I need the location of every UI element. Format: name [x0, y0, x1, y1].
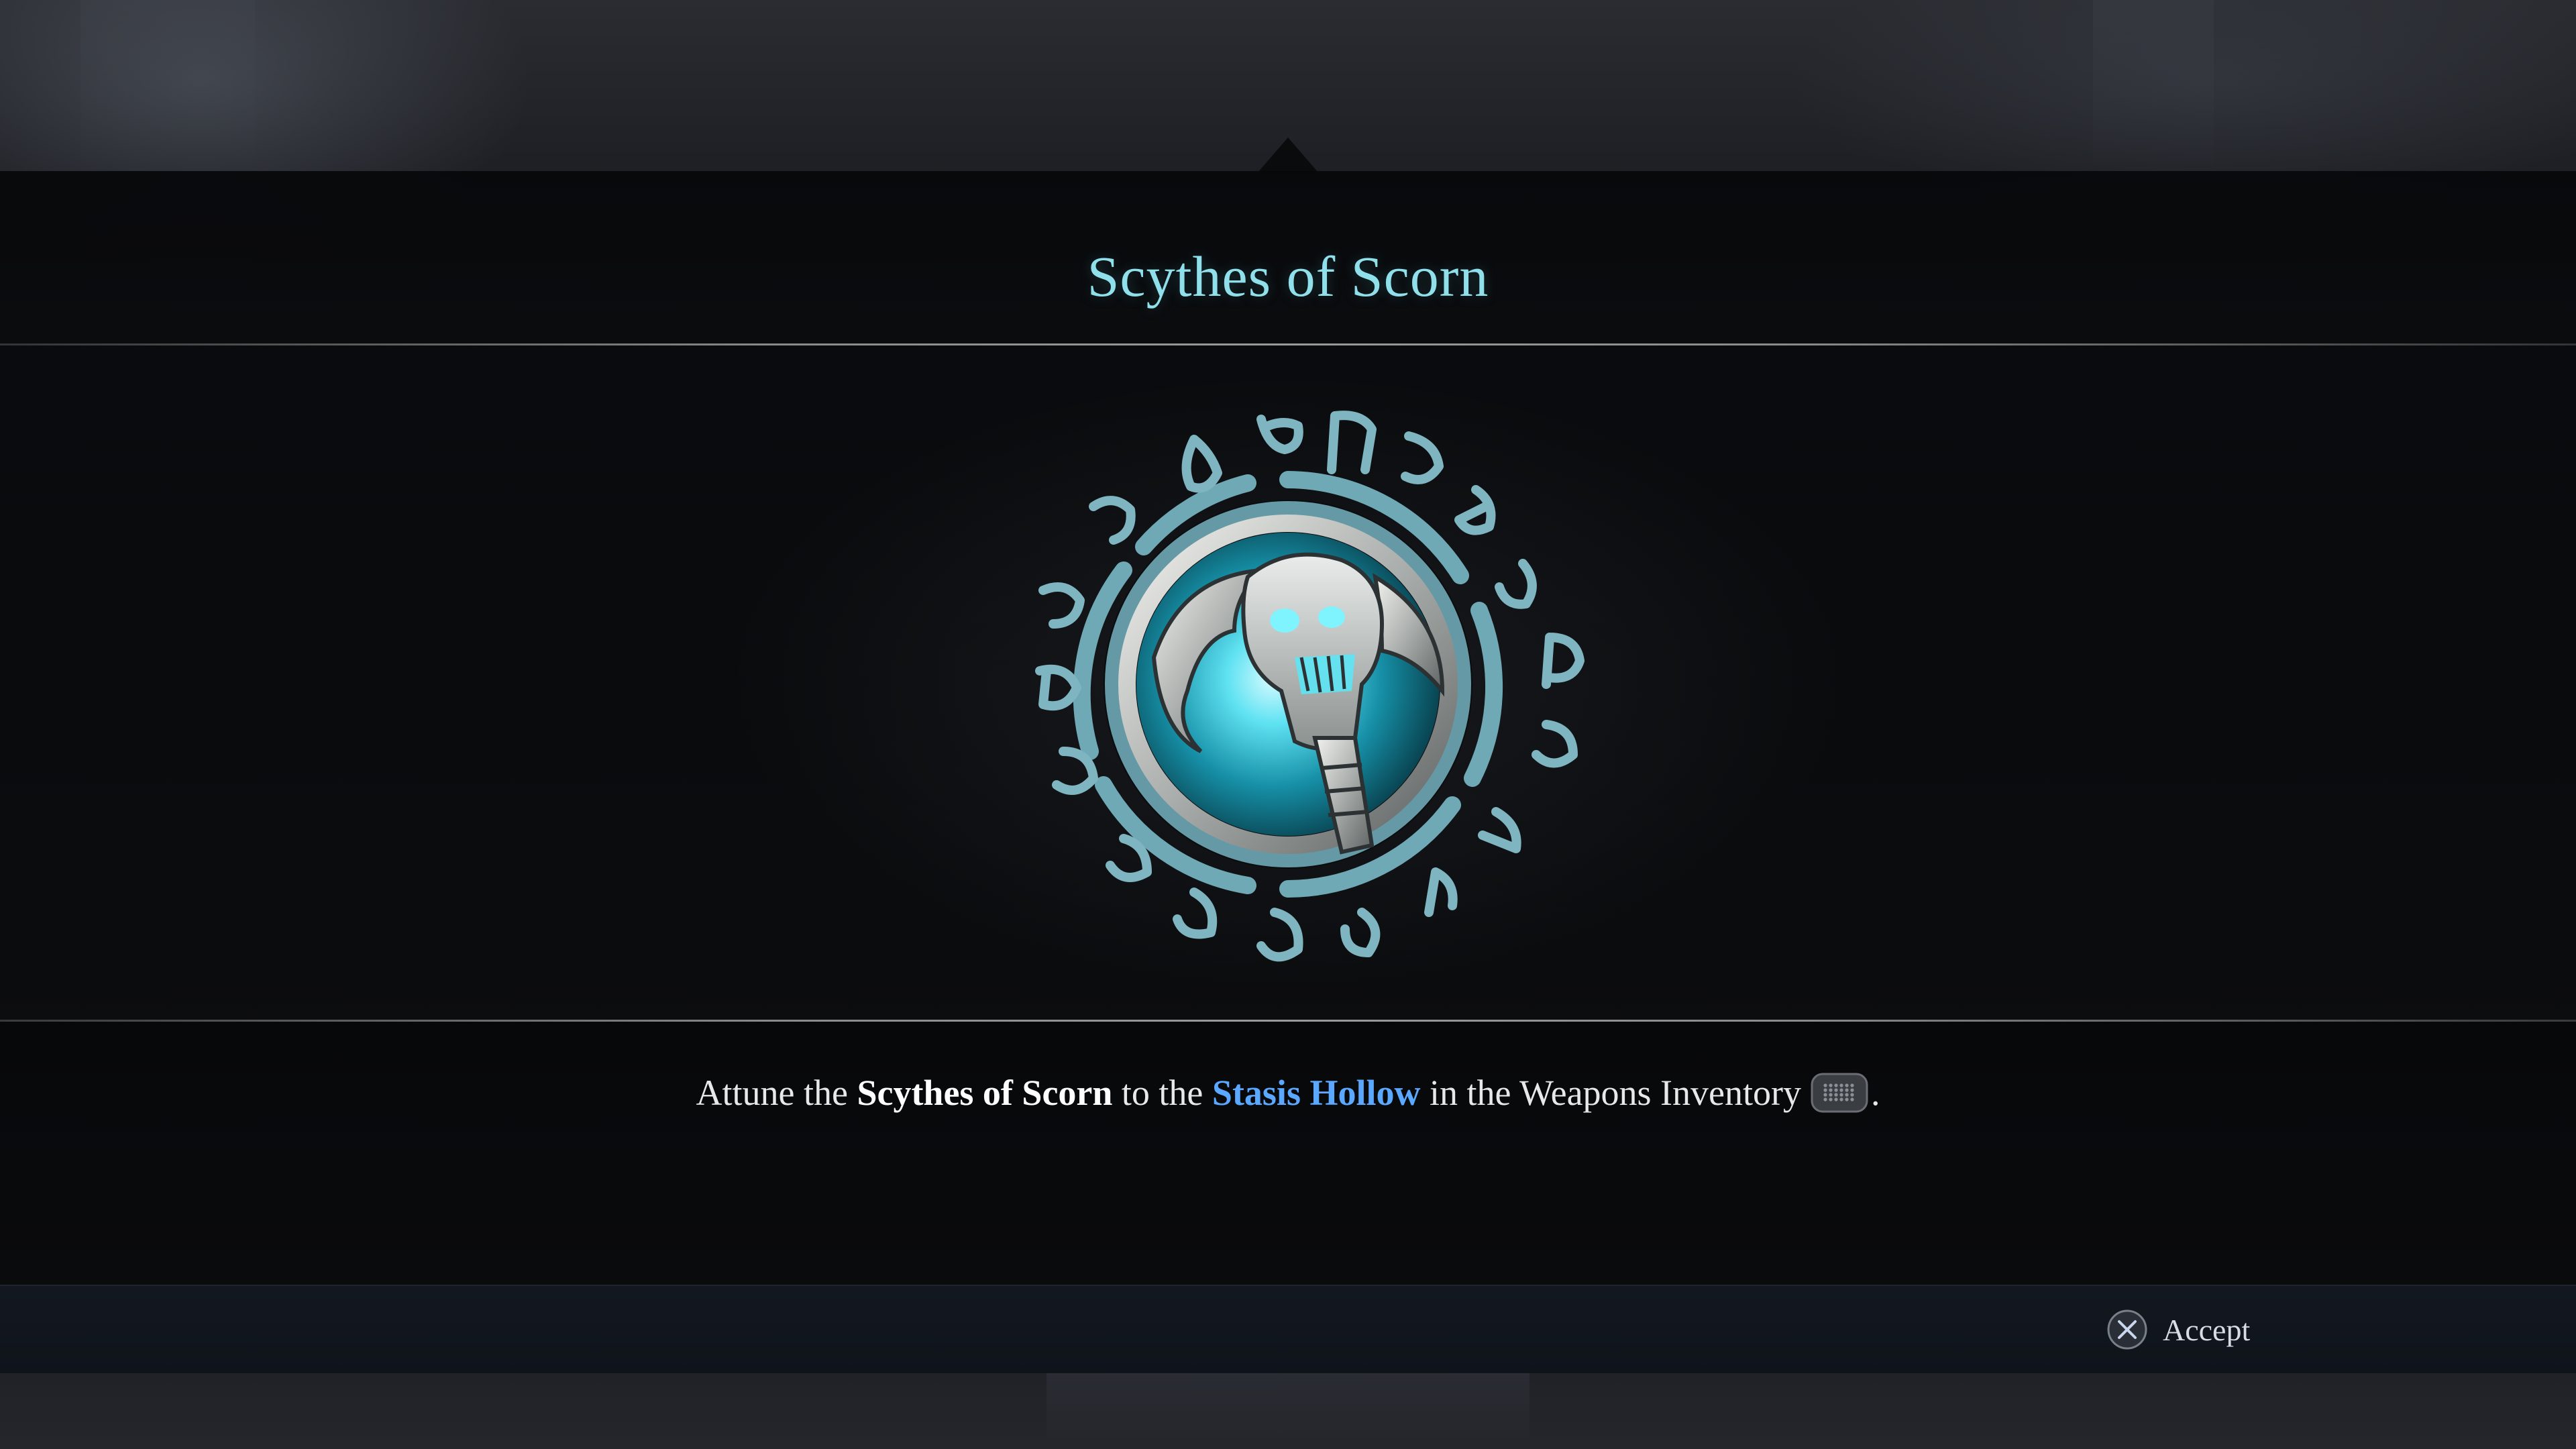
weapon-name: Scythes of Scorn: [857, 1073, 1113, 1113]
panel-top-notch: [1258, 138, 1318, 172]
instruction-text: Attune the Scythes of Scorn to the Stasi…: [0, 1072, 2576, 1117]
instruction-part: Attune the: [696, 1073, 857, 1113]
instruction-part: in the Weapons Inventory: [1420, 1073, 1801, 1113]
item-title: Scythes of Scorn: [1087, 244, 1489, 309]
touchpad-icon: [1811, 1073, 1868, 1113]
background-ruin: [80, 0, 255, 174]
location-name: Stasis Hollow: [1212, 1073, 1421, 1113]
instruction-part: to the: [1112, 1073, 1212, 1113]
background-ruin: [1046, 1372, 1529, 1449]
background-ruin: [2093, 0, 2214, 174]
description-panel: [0, 1022, 2576, 1285]
game-screen: Scythes of Scorn Attune the Scythes of S…: [0, 0, 2576, 1449]
instruction-end: .: [1871, 1073, 1880, 1113]
cross-button-icon: [2107, 1309, 2147, 1350]
accept-button[interactable]: Accept: [2106, 1308, 2250, 1351]
accept-label: Accept: [2163, 1312, 2251, 1347]
scythe-skull-weapon-icon: [1035, 411, 1585, 962]
